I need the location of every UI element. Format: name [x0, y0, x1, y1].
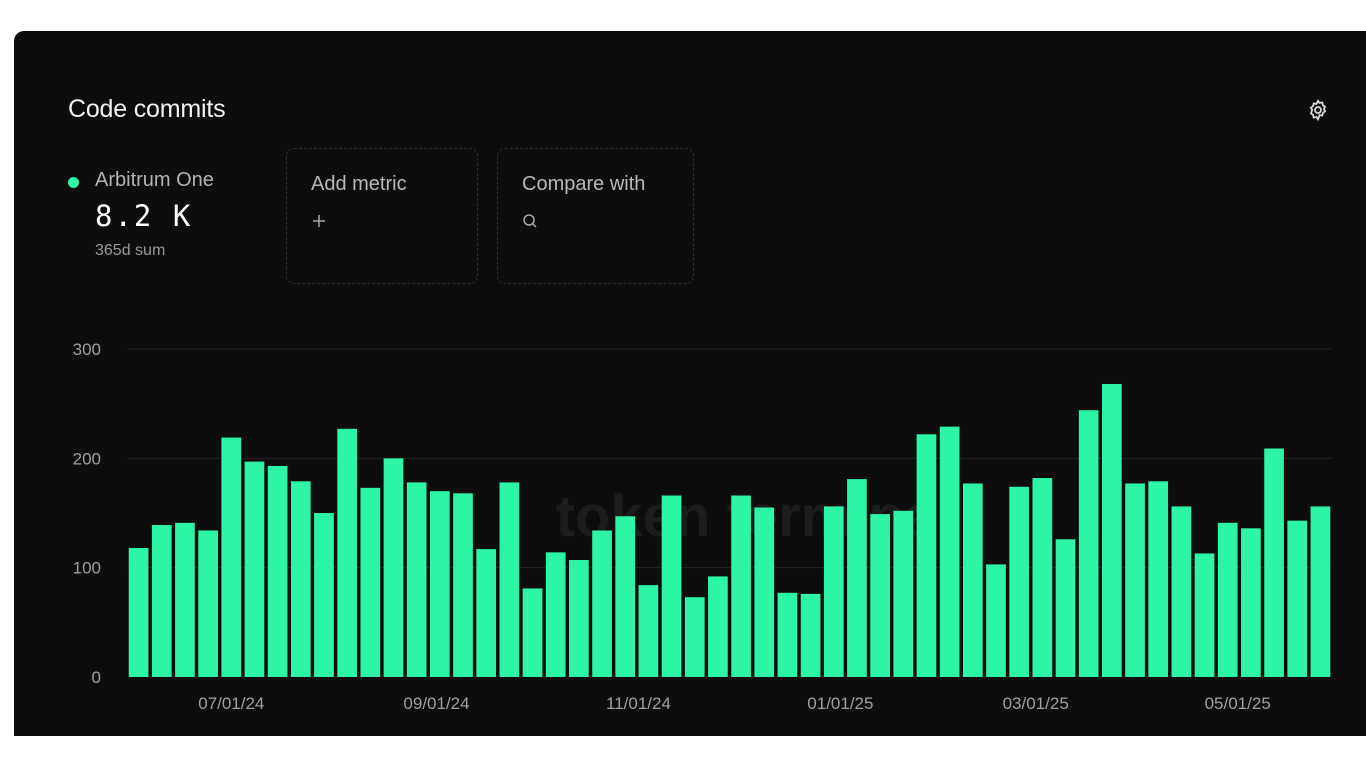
bar[interactable]: [360, 487, 381, 677]
bar[interactable]: [1241, 528, 1261, 677]
bar[interactable]: [1102, 383, 1122, 677]
bar[interactable]: [800, 593, 821, 677]
bar[interactable]: [1148, 481, 1169, 677]
bar[interactable]: [847, 479, 867, 677]
bar[interactable]: [754, 507, 775, 677]
bar[interactable]: [661, 495, 682, 677]
bar[interactable]: [267, 465, 288, 677]
bar[interactable]: [986, 564, 1006, 677]
bar[interactable]: [1287, 520, 1308, 677]
bar[interactable]: [314, 513, 334, 677]
bar[interactable]: [522, 588, 543, 677]
x-tick-label: 01/01/25: [807, 694, 873, 713]
bar[interactable]: [916, 434, 937, 677]
bar[interactable]: [175, 522, 195, 677]
bar[interactable]: [429, 491, 450, 677]
bar[interactable]: [939, 426, 960, 677]
bar[interactable]: [962, 483, 983, 677]
bar[interactable]: [221, 437, 242, 677]
bar[interactable]: [151, 525, 172, 677]
bar[interactable]: [684, 597, 705, 677]
bar[interactable]: [128, 547, 149, 677]
x-tick-label: 07/01/24: [198, 694, 264, 713]
bar[interactable]: [569, 560, 589, 677]
watermark-text: token terminal: [556, 484, 952, 549]
bar[interactable]: [476, 549, 497, 677]
bar[interactable]: [708, 576, 728, 677]
bar[interactable]: [1310, 506, 1331, 677]
chart-card: Code commits Arbitrum One 8.2 K 365d sum…: [14, 31, 1366, 736]
bar[interactable]: [823, 506, 844, 677]
bar[interactable]: [1009, 486, 1030, 677]
bar[interactable]: [1194, 553, 1215, 677]
bar[interactable]: [337, 428, 357, 677]
bar[interactable]: [244, 461, 265, 677]
y-tick-label: 0: [92, 668, 101, 687]
y-tick-label: 200: [73, 449, 101, 468]
bar-chart: token terminal 0 100 200 300 07/01/24 09/01/…: [73, 340, 1332, 713]
bar[interactable]: [1171, 506, 1192, 677]
bar[interactable]: [1125, 483, 1145, 677]
x-tick-label: 03/01/25: [1003, 694, 1069, 713]
bar[interactable]: [777, 592, 798, 677]
bar[interactable]: [545, 552, 566, 677]
bar[interactable]: [592, 530, 612, 677]
y-tick-label: 100: [73, 559, 101, 578]
x-tick-label: 09/01/24: [403, 694, 469, 713]
bar[interactable]: [731, 495, 751, 677]
bar[interactable]: [1055, 539, 1076, 677]
y-tick-label: 300: [73, 340, 101, 359]
bar[interactable]: [406, 482, 427, 677]
x-tick-label: 11/01/24: [606, 694, 671, 713]
bar[interactable]: [383, 458, 404, 677]
bar[interactable]: [1078, 410, 1099, 677]
bar[interactable]: [1217, 522, 1238, 677]
bar[interactable]: [1264, 448, 1284, 677]
bar[interactable]: [615, 516, 636, 677]
bar[interactable]: [1032, 478, 1053, 677]
bar[interactable]: [290, 481, 311, 677]
bar[interactable]: [893, 510, 914, 677]
bar[interactable]: [453, 493, 473, 677]
bar[interactable]: [870, 514, 890, 677]
bar[interactable]: [198, 530, 218, 677]
bar[interactable]: [499, 482, 520, 677]
x-tick-label: 05/01/25: [1205, 694, 1271, 713]
bar[interactable]: [638, 585, 659, 677]
